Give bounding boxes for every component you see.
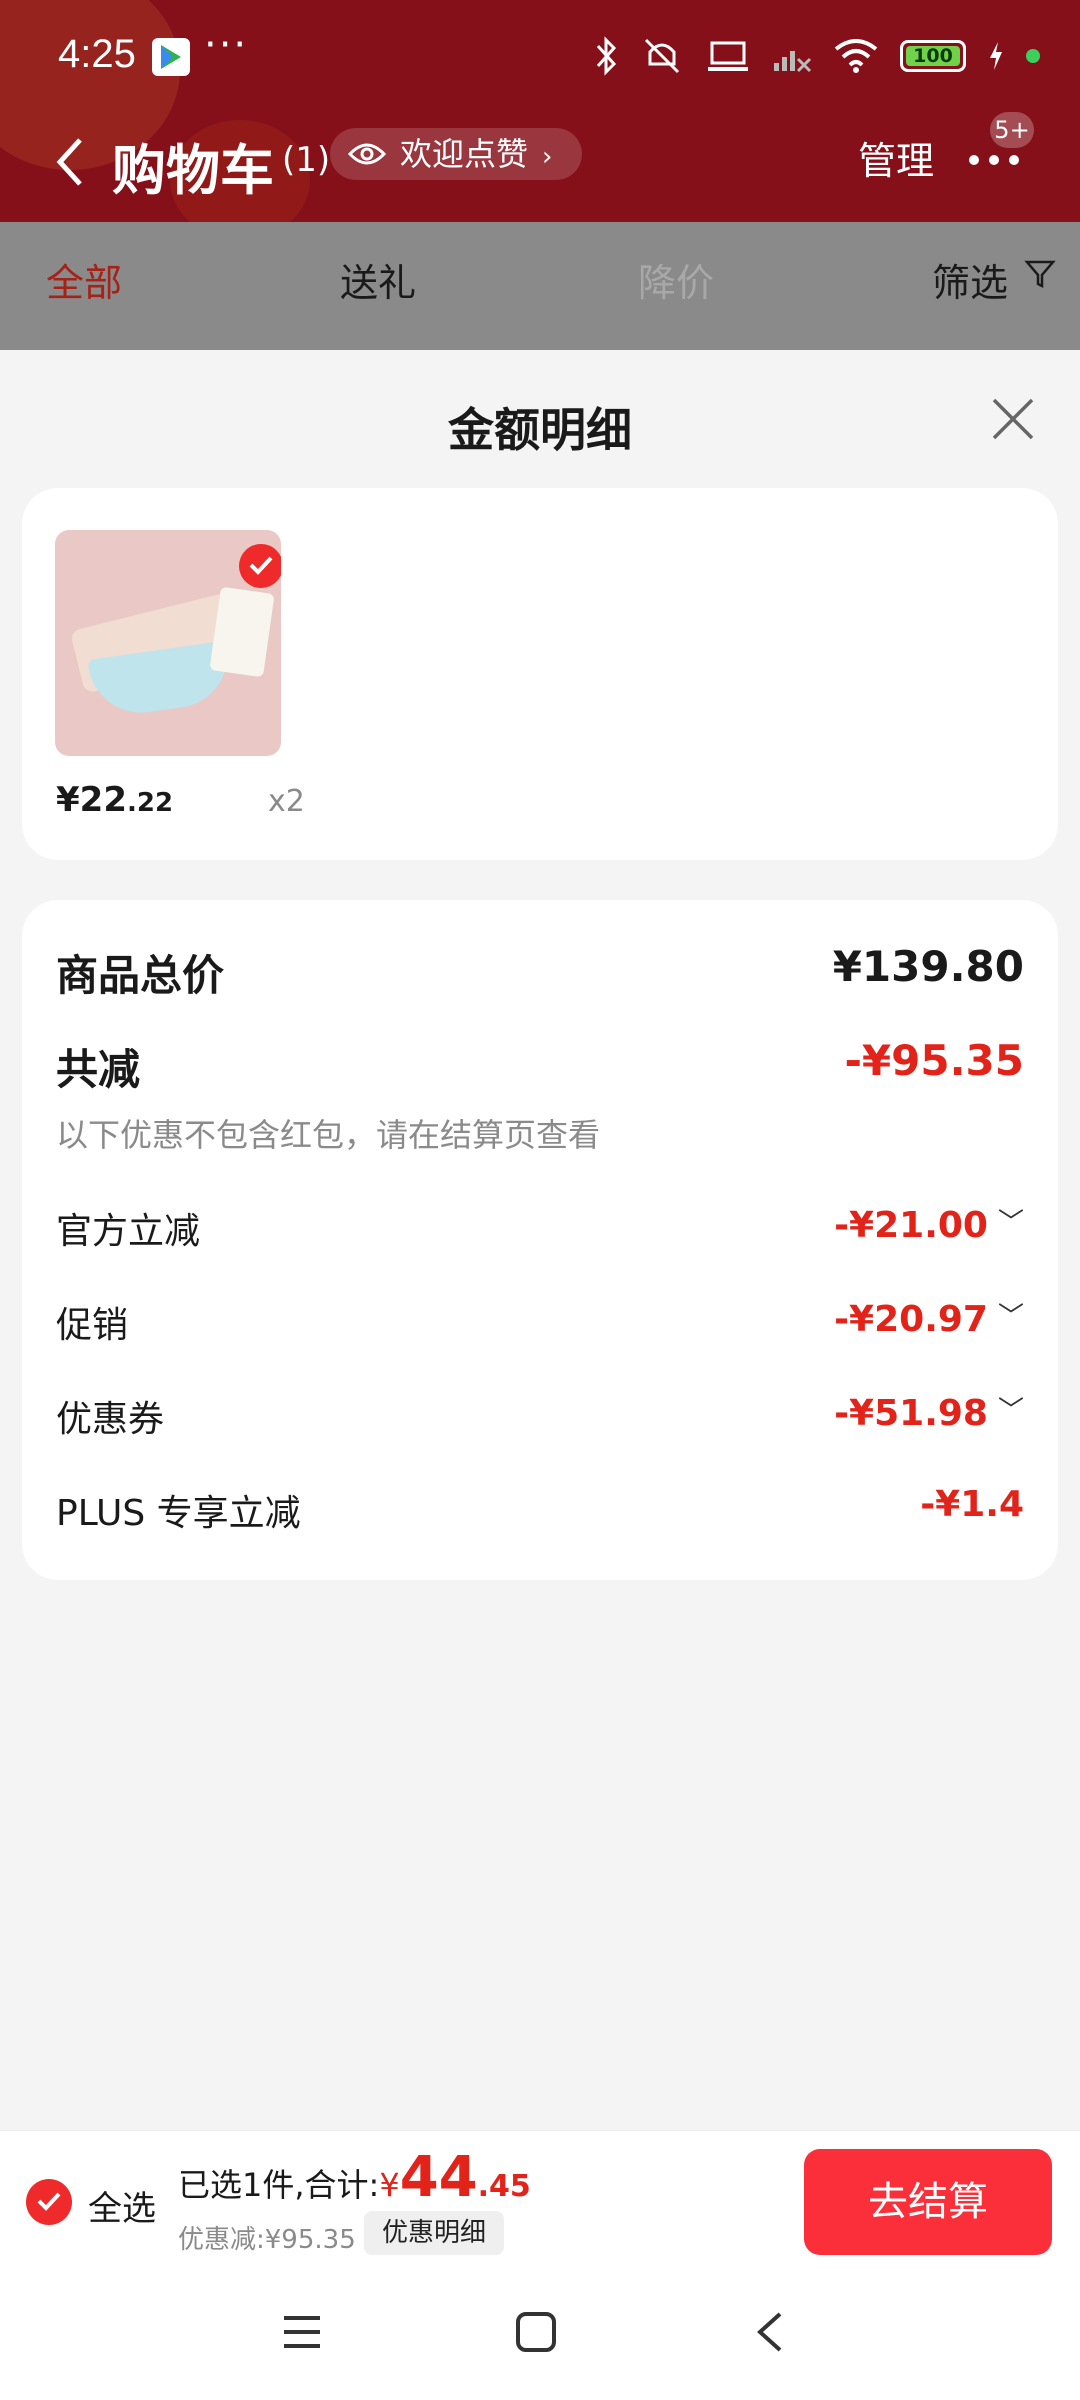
close-icon[interactable]: [988, 394, 1038, 444]
welcome-label: 欢迎点赞: [400, 135, 529, 173]
sheet-title: 金额明细: [448, 403, 632, 457]
price-detail-card: 商品总价 ¥139.80 共减 -¥95.35 以下优惠不包含红包，请在结算页查…: [22, 900, 1058, 1580]
selected-count-text: 已选1件,合计:: [178, 2166, 380, 2204]
chevron-right-icon: ›: [542, 142, 553, 172]
promotion-label: 促销: [56, 1305, 129, 1346]
total-price-value: ¥139.80: [832, 942, 1024, 991]
coupon-label: 优惠券: [56, 1399, 165, 1440]
tab-all[interactable]: 全部: [46, 252, 122, 307]
total-line: 已选1件,合计:¥44.45: [178, 2145, 531, 2210]
total-reduce-value: -¥95.35: [844, 1036, 1024, 1085]
coupon-value[interactable]: -¥51.98 ﹀: [834, 1390, 1024, 1434]
back-nav-icon[interactable]: [752, 2310, 786, 2354]
charging-icon: [990, 42, 1002, 70]
checkout-bar: 全选 已选1件,合计:¥44.45 优惠减:¥95.35 优惠明细 去结算: [0, 2130, 1080, 2270]
privacy-dot-icon: [1026, 49, 1040, 63]
select-all-label[interactable]: 全选: [88, 2181, 156, 2230]
plus-discount-value: -¥1.4: [920, 1484, 1024, 1525]
status-more-icon: ···: [204, 22, 249, 68]
wifi-icon: [834, 39, 878, 73]
amount-detail-sheet: 金额明细 ¥22.22 x2 商品总价 ¥139.80 共减 -¥95.35 以…: [0, 350, 1080, 2130]
product-price: ¥22.22: [56, 780, 174, 820]
filter-button[interactable]: 筛选: [932, 252, 1056, 307]
status-bar: 4:25 ··· 100: [0, 0, 1080, 112]
system-navigation-bar: [0, 2270, 1080, 2400]
total-amount: 44: [399, 2145, 478, 2210]
filter-label: 筛选: [932, 261, 1009, 305]
filter-icon: [1024, 260, 1056, 289]
chevron-down-icon: ﹀: [997, 1396, 1024, 1426]
status-time: 4:25: [58, 32, 136, 76]
selected-check-icon: [239, 544, 281, 588]
discount-summary: 优惠减:¥95.35: [178, 2225, 356, 2255]
discount-detail-button[interactable]: 优惠明细: [364, 2211, 505, 2255]
manage-button[interactable]: 管理: [858, 130, 934, 185]
checkout-button[interactable]: 去结算: [804, 2149, 1052, 2255]
product-card: ¥22.22 x2: [22, 488, 1058, 860]
select-all-checkbox[interactable]: [26, 2179, 72, 2225]
menu-icon[interactable]: [280, 2310, 324, 2354]
mute-icon: [644, 38, 680, 74]
cart-filter-tabs: 全部 送礼 降价 筛选: [0, 222, 1080, 350]
official-discount-label: 官方立减: [56, 1211, 201, 1252]
product-quantity: x2: [268, 784, 305, 819]
laptop-icon: [708, 41, 748, 71]
eye-icon: [348, 143, 386, 165]
play-store-icon: [152, 38, 190, 76]
discount-note: 以下优惠不包含红包，请在结算页查看: [56, 1116, 601, 1154]
total-reduce-label: 共减: [56, 1045, 141, 1094]
plus-discount-label: PLUS 专享立减: [56, 1493, 301, 1534]
chevron-down-icon: ﹀: [997, 1302, 1024, 1332]
battery-icon: 100: [900, 40, 966, 72]
product-thumbnail[interactable]: [55, 530, 281, 756]
chevron-down-icon: ﹀: [997, 1208, 1024, 1238]
signal-off-icon: [774, 51, 812, 73]
official-discount-value[interactable]: -¥21.00 ﹀: [834, 1202, 1024, 1246]
message-badge: 5+: [990, 112, 1034, 148]
home-icon[interactable]: [514, 2310, 558, 2354]
back-icon[interactable]: [52, 132, 86, 192]
promotion-value[interactable]: -¥20.97 ﹀: [834, 1296, 1024, 1340]
bluetooth-icon: [596, 36, 617, 76]
more-icon[interactable]: [968, 146, 1028, 170]
cart-count: (1): [282, 140, 331, 180]
total-price-label: 商品总价: [56, 951, 225, 1000]
welcome-like-pill[interactable]: 欢迎点赞 ›: [330, 128, 583, 180]
tab-gift[interactable]: 送礼: [340, 252, 416, 307]
cart-title: 购物车: [112, 139, 274, 202]
cart-nav-bar: 购物车 (1) 欢迎点赞 › 管理 5+: [0, 112, 1080, 222]
tab-price-drop[interactable]: 降价: [638, 252, 714, 307]
